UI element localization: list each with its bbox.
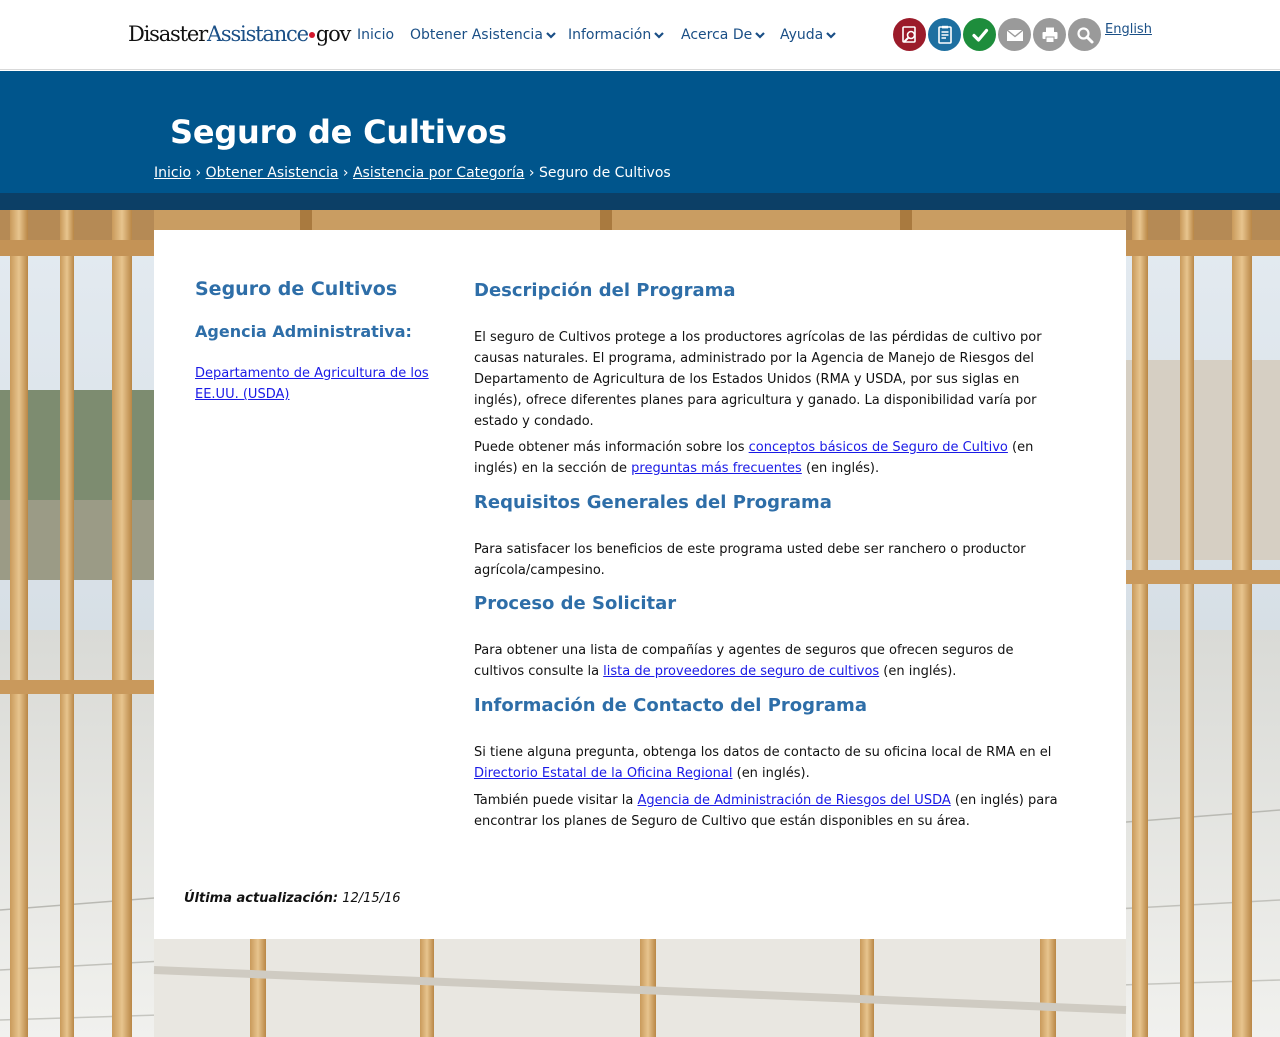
chevron-down-icon <box>755 31 765 39</box>
contact-paragraph: Si tiene alguna pregunta, obtenga los da… <box>474 742 1064 784</box>
site-logo[interactable]: DisasterAssistance gov <box>128 20 352 48</box>
breadcrumb-separator: › <box>195 165 202 181</box>
link-lista-proveedores[interactable]: lista de proveedores de seguro de cultiv… <box>603 664 879 679</box>
logo-text-gov: gov <box>315 22 352 46</box>
process-paragraph: Para obtener una lista de compañías y ag… <box>474 640 1064 682</box>
sidebar-agency-link[interactable]: Departamento de Agricultura de los EE.UU… <box>195 363 445 405</box>
page-title: Seguro de Cultivos <box>170 113 507 151</box>
link-preguntas-frecuentes[interactable]: preguntas más frecuentes <box>631 461 802 476</box>
link-conceptos-basicos[interactable]: conceptos básicos de Seguro de Cultivo <box>749 440 1008 455</box>
logo-text-assistance: Assistance <box>206 22 309 46</box>
print-button[interactable] <box>1033 18 1066 51</box>
envelope-icon <box>1006 28 1023 41</box>
breadcrumb-separator: › <box>528 165 535 181</box>
title-banner-strip <box>0 193 1280 210</box>
text-fragment: (en inglés). <box>879 664 957 679</box>
checklist-button[interactable] <box>928 18 961 51</box>
chevron-down-icon <box>546 31 556 39</box>
nav-item-acerca-de[interactable]: Acerca De <box>681 25 765 45</box>
text-fragment: Puede obtener más información sobre los <box>474 440 749 455</box>
last-updated-date: 12/15/16 <box>342 891 401 906</box>
sidebar-agency-label: Agencia Administrativa: <box>195 322 412 341</box>
text-fragment: (en inglés). <box>801 461 880 476</box>
text-fragment: Si tiene alguna pregunta, obtenga los da… <box>474 745 1052 760</box>
nav-item-ayuda[interactable]: Ayuda <box>780 25 837 45</box>
check-status-button[interactable] <box>963 18 996 51</box>
nav-label: Acerca De <box>681 27 753 43</box>
printer-icon <box>1042 27 1057 43</box>
language-link-english[interactable]: English <box>1105 22 1152 37</box>
last-updated: Última actualización: 12/15/16 <box>184 889 401 909</box>
search-document-button[interactable] <box>893 18 926 51</box>
checklist-icon <box>937 25 952 44</box>
logo-dot <box>308 31 315 38</box>
section-heading-proceso: Proceso de Solicitar <box>474 593 677 614</box>
search-button[interactable] <box>1068 18 1101 51</box>
sidebar-title: Seguro de Cultivos <box>195 278 398 300</box>
description-more-info-paragraph: Puede obtener más información sobre los … <box>474 437 1064 479</box>
logo-text-disaster: Disaster <box>128 22 208 46</box>
site-header: DisasterAssistance gov Inicio Obtener Asi… <box>0 0 1280 70</box>
nav-label: Información <box>568 27 652 43</box>
section-heading-descripcion: Descripción del Programa <box>474 280 736 301</box>
email-button[interactable] <box>998 18 1031 51</box>
contact-usda-paragraph: También puede visitar la Agencia de Admi… <box>474 790 1064 832</box>
link-agencia-riesgos-usda[interactable]: Agencia de Administración de Riesgos del… <box>637 793 950 808</box>
magnifier-icon <box>1076 26 1093 43</box>
link-directorio-estatal[interactable]: Directorio Estatal de la Oficina Regiona… <box>474 766 732 781</box>
breadcrumb-separator: › <box>342 165 349 181</box>
breadcrumb: Inicio › Obtener Asistencia › Asistencia… <box>154 163 671 183</box>
text-fragment: (en inglés). <box>732 766 810 781</box>
nav-label: Obtener Asistencia <box>410 27 543 43</box>
nav-item-inicio[interactable]: Inicio <box>357 25 394 45</box>
nav-label: Ayuda <box>780 27 824 43</box>
chevron-down-icon <box>826 31 837 39</box>
section-heading-requisitos: Requisitos Generales del Programa <box>474 492 832 513</box>
requirements-paragraph: Para satisfacer los beneficios de este p… <box>474 542 1026 578</box>
section-heading-contacto: Información de Contacto del Programa <box>474 695 867 716</box>
breadcrumb-link-inicio[interactable]: Inicio <box>154 165 191 181</box>
breadcrumb-link-obtener-asistencia[interactable]: Obtener Asistencia <box>206 165 339 181</box>
breadcrumb-link-asistencia-por-categoria[interactable]: Asistencia por Categoría <box>353 165 524 181</box>
text-fragment: También puede visitar la <box>474 793 638 808</box>
chevron-down-icon <box>654 31 665 39</box>
nav-label: Inicio <box>357 27 395 43</box>
description-paragraph: El seguro de Cultivos protege a los prod… <box>474 330 1042 429</box>
search-document-icon <box>901 25 916 43</box>
nav-item-obtener-asistencia[interactable]: Obtener Asistencia <box>410 25 556 45</box>
last-updated-label: Última actualización: <box>184 891 339 906</box>
breadcrumb-current: Seguro de Cultivos <box>538 165 671 181</box>
checkmark-icon <box>971 28 988 42</box>
nav-item-informacion[interactable]: Información <box>568 25 665 45</box>
